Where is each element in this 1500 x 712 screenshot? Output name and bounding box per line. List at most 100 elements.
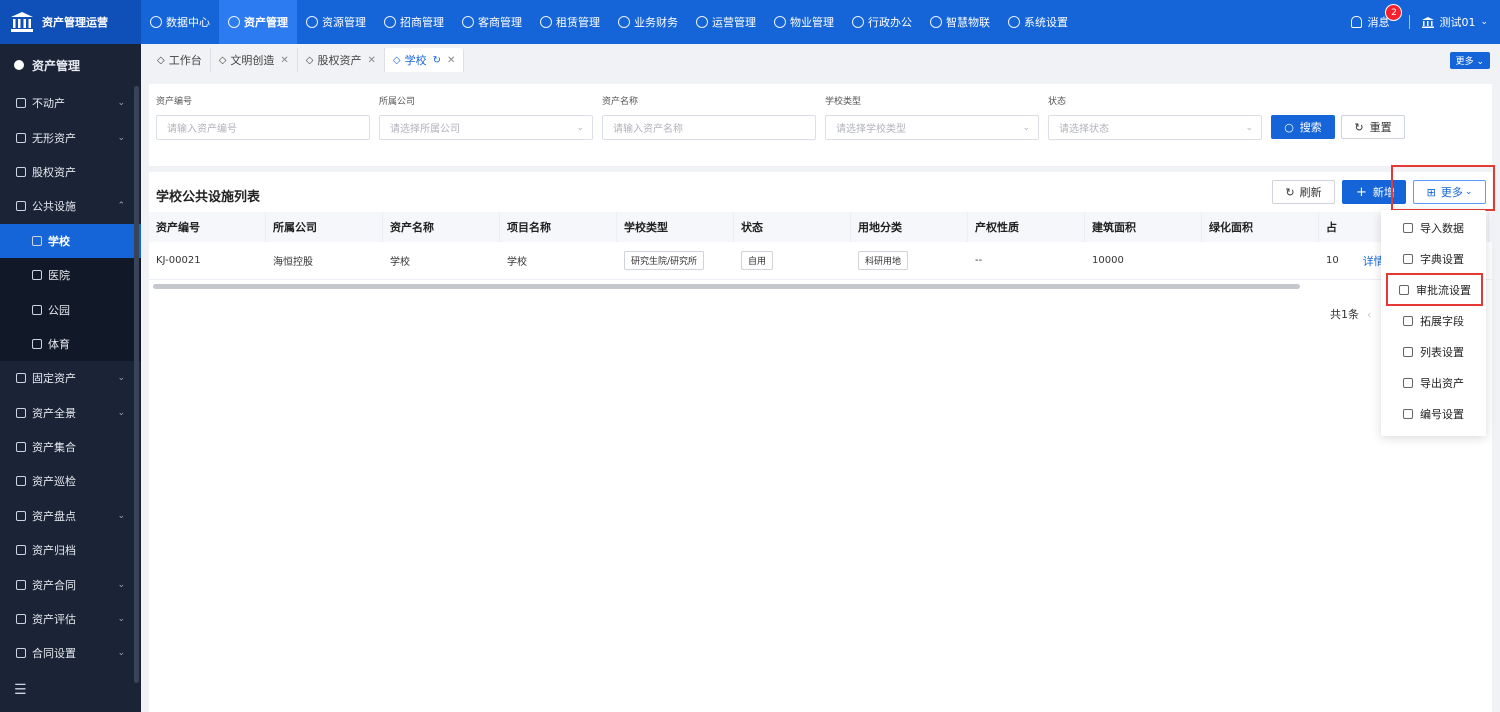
menu-item[interactable]: 编号设置 [1381,398,1486,429]
tab-bar: ◇ 工作台 ◇ 文明创造 ✕ ◇ 股权资产 ✕ ◇ 学校 ↻ ✕ 更多 ⌄ [141,44,1500,76]
menu-icon [16,648,26,659]
menu-item[interactable]: 拓展字段 [1381,305,1486,336]
tab-2[interactable]: ◇ 股权资产 ✕ [298,48,385,72]
import-icon [1403,222,1413,233]
close-icon[interactable]: ✕ [280,55,288,66]
sidebar-item[interactable]: 股权资产 [0,155,141,189]
table-row[interactable]: KJ-00021 海恒控股 学校 学校 研究生院/研究所 自用 科研用地 -- 10000 10 详… [149,242,1492,280]
reset-button[interactable]: ↻ 重置 [1341,115,1405,139]
nav-item-6[interactable]: 业务财务 [609,0,687,44]
sidebar-item-label: 资产归档 [32,544,76,558]
chevron-down-icon: ⌄ [576,122,584,133]
column-header: 绿化面积 [1202,212,1319,242]
tab-icon: ◇ [392,54,401,66]
column-header: 项目名称 [500,212,617,242]
sidebar-item[interactable]: 无形资产 ⌄ [0,120,141,154]
refresh-button[interactable]: ↻ 刷新 [1272,180,1335,204]
sidebar-item-label: 股权资产 [32,165,76,179]
nav-item-label: 数据中心 [166,16,210,29]
sidebar-item-label: 体育 [48,337,70,351]
select-input[interactable]: 请选择所属公司 ⌄ [379,115,593,140]
nav-item-1[interactable]: 资产管理 [219,0,297,44]
sidebar-item[interactable]: 资产归档 [0,533,141,567]
top-nav: 数据中心 资产管理 资源管理 招商管理 客商管理 租赁管理 业务财务 运营管理 物业管理 行政办公… [141,0,1077,44]
nav-item-2[interactable]: 资源管理 [297,0,375,44]
nav-item-5[interactable]: 租赁管理 [531,0,609,44]
sidebar-item-label: 医院 [48,269,70,283]
sidebar-item[interactable]: 合同设置 ⌄ [0,636,141,670]
table-cell: 学校 [500,242,617,279]
tab-0[interactable]: ◇ 工作台 [149,48,211,72]
menu-icon [16,98,26,109]
prev-page-icon[interactable]: ‹ [1367,308,1371,321]
sidebar-item[interactable]: 学校 [0,223,141,258]
cell-text: -- [975,255,983,266]
table-cell: 学校 [383,242,500,279]
select-input[interactable]: 请选择状态 ⌄ [1048,115,1262,140]
table-cell: -- [968,242,1085,279]
nav-item-3[interactable]: 招商管理 [375,0,453,44]
asset-icon [14,60,24,70]
nav-item-label: 系统设置 [1024,16,1068,29]
select-input[interactable]: 请选择学校类型 ⌄ [825,115,1039,140]
cell-text: 学校 [390,257,410,268]
menu-icon [32,235,42,246]
sidebar-item[interactable]: 公园 [0,292,141,326]
cell-tag: 科研用地 [858,251,909,270]
sidebar-item[interactable]: 资产巡检 [0,464,141,498]
search-icon: ○ [1284,120,1294,134]
brand[interactable]: 资产管理运营 [0,0,141,44]
sidebar-item[interactable]: 资产集合 [0,430,141,464]
chevron-down-icon: ⌄ [1480,17,1488,27]
list-panel: 学校公共设施列表 ↻ 刷新 + 新增 ⊞ 更多 ⌄ 资产编号 所属公司 资产名称 项目… [149,172,1492,712]
sidebar-item[interactable]: 资产盘点 ⌄ [0,499,141,533]
menu-item[interactable]: 导入数据 [1381,212,1486,243]
nav-item-4[interactable]: 客商管理 [453,0,531,44]
nav-item-11[interactable]: 系统设置 [999,0,1077,44]
menu-icon [16,579,26,590]
nav-item-label: 行政办公 [868,16,912,29]
tabs-more-button[interactable]: 更多 ⌄ [1449,52,1490,69]
nav-item-10[interactable]: 智慧物联 [921,0,999,44]
list-title: 学校公共设施列表 [156,190,261,205]
sidebar-scrollbar[interactable] [134,86,139,683]
nav-icon [384,16,396,28]
search-button[interactable]: ○ 搜索 [1271,115,1335,139]
nav-icon [774,16,786,28]
export-icon [1403,377,1413,388]
reload-icon[interactable]: ↻ [433,55,441,66]
menu-item[interactable]: 导出资产 [1381,367,1486,398]
sidebar-item[interactable]: 资产合同 ⌄ [0,567,141,601]
sidebar-item[interactable]: 资产评估 ⌄ [0,602,141,636]
column-header: 用地分类 [851,212,968,242]
nav-item-9[interactable]: 行政办公 [843,0,921,44]
user-menu[interactable]: 测试01 ⌄ [1422,14,1488,30]
table-horizontal-scrollbar[interactable] [153,284,1300,289]
menu-item-label: 字典设置 [1420,252,1464,266]
sidebar-item[interactable]: 体育 [0,327,141,361]
text-input[interactable]: 请输入资产名称 [602,115,816,140]
sidebar-item[interactable]: 公共设施 ⌃ [0,189,141,223]
nav-item-0[interactable]: 数据中心 [141,0,219,44]
sidebar-item[interactable]: 固定资产 ⌄ [0,361,141,395]
column-header: 状态 [734,212,851,242]
nav-item-8[interactable]: 物业管理 [765,0,843,44]
sidebar-item[interactable]: 医院 [0,258,141,292]
text-input[interactable]: 请输入资产编号 [156,115,370,140]
tab-1[interactable]: ◇ 文明创造 ✕ [211,48,298,72]
nav-item-7[interactable]: 运营管理 [687,0,765,44]
menu-item[interactable]: 字典设置 [1381,243,1486,274]
sidebar-item[interactable]: 不动产 ⌄ [0,86,141,120]
collapse-menu-icon[interactable]: ☰ [14,682,27,698]
list-settings-icon [1403,346,1413,357]
search-field: 状态 请选择状态 ⌄ [1048,94,1262,140]
close-icon[interactable]: ✕ [447,55,455,66]
sidebar-item[interactable]: 资产全景 ⌄ [0,396,141,430]
field-label: 学校类型 [825,97,862,107]
tab-3[interactable]: ◇ 学校 ↻ ✕ [384,48,465,72]
menu-icon [16,132,26,143]
messages-button[interactable]: 消息 2 [1351,4,1403,30]
menu-item[interactable]: 列表设置 [1381,336,1486,367]
cell-text: 10000 [1092,255,1124,266]
close-icon[interactable]: ✕ [368,55,376,66]
